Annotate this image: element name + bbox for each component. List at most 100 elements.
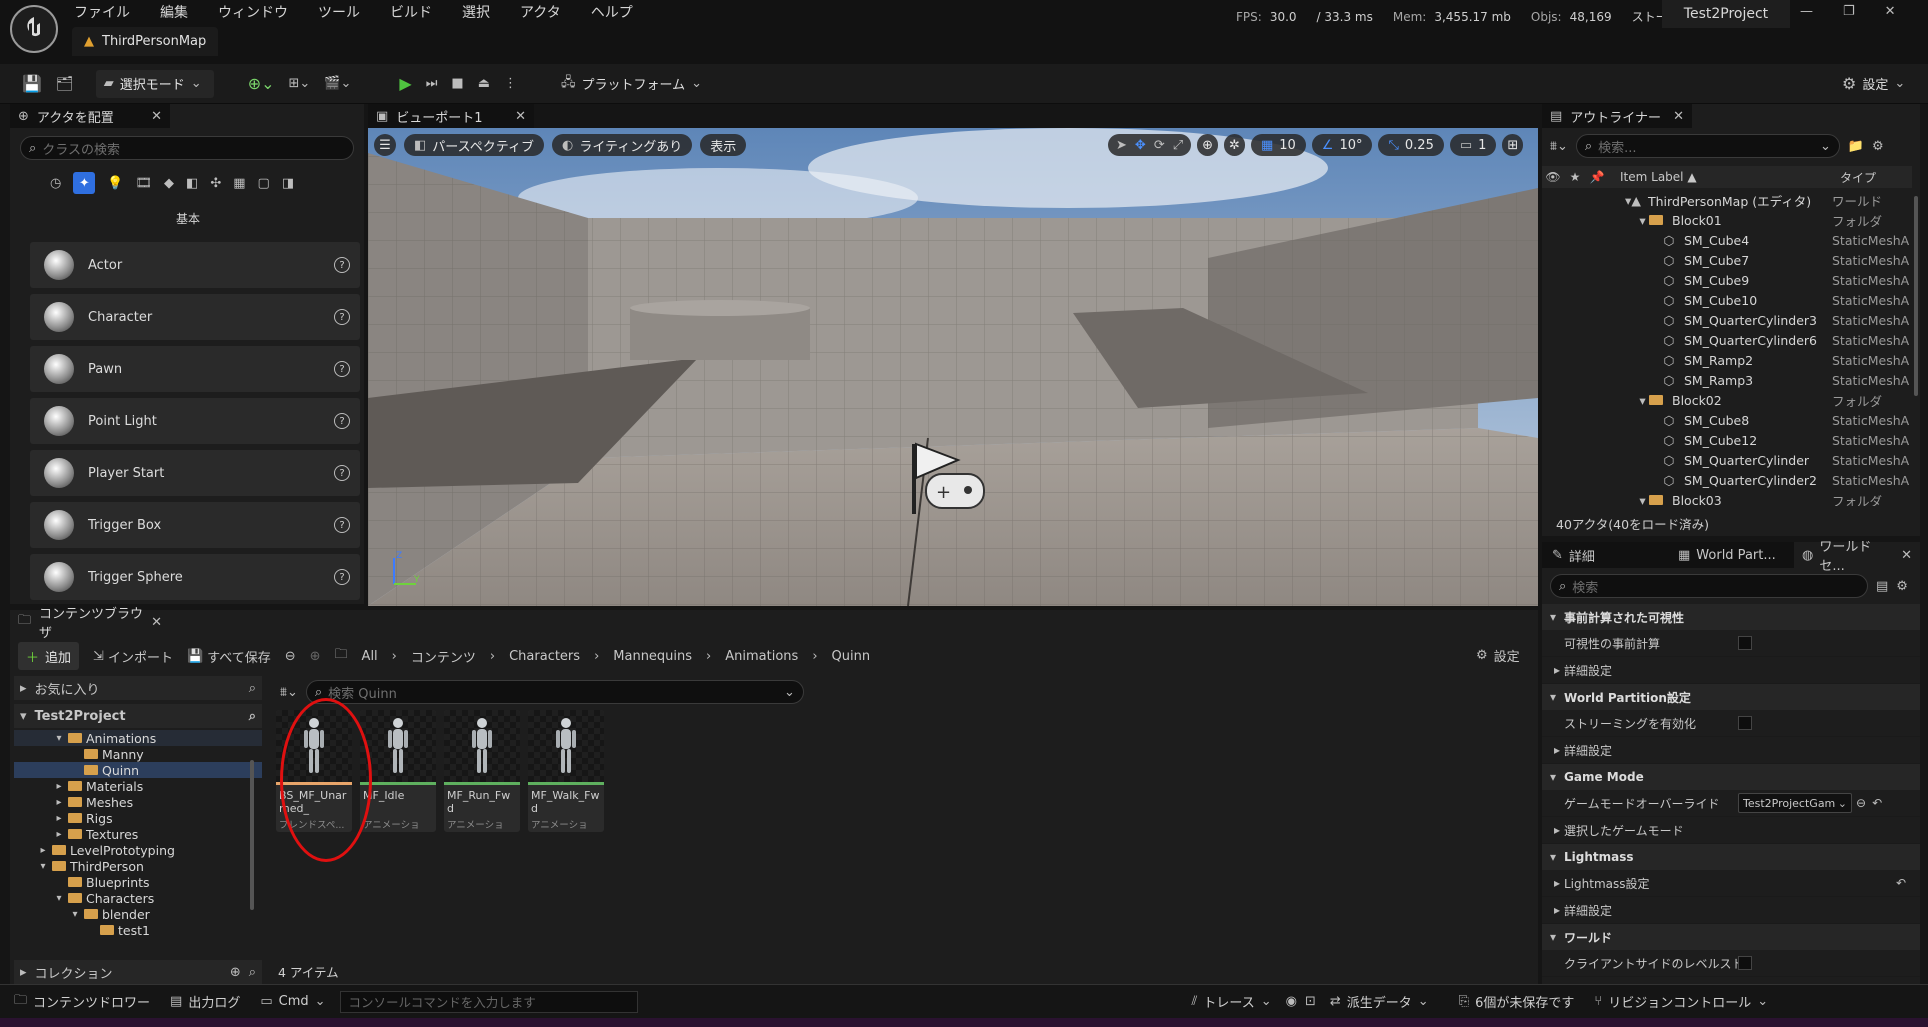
folder-tree-item[interactable]: ▾ Animations: [14, 730, 262, 746]
move-tool-icon[interactable]: ✥: [1135, 138, 1146, 153]
chevron-right-icon[interactable]: ▸: [54, 829, 64, 840]
viewport-tab[interactable]: ▣ ビューポート1 ✕: [368, 104, 534, 128]
output-log-button[interactable]: ▤ 出力ログ: [164, 990, 246, 1014]
cmd-dropdown[interactable]: ▭ Cmd ⌄: [254, 990, 331, 1014]
details-search-input[interactable]: ⌕ 検索: [1550, 574, 1868, 598]
close-tab-icon[interactable]: ✕: [515, 109, 526, 124]
section-lightmass[interactable]: ▾ Lightmass: [1542, 844, 1920, 870]
place-item-trigger-box[interactable]: Trigger Box?: [30, 502, 360, 548]
game-mode-dropdown[interactable]: Test2ProjectGam ⌄: [1738, 793, 1852, 813]
close-tab-icon[interactable]: ✕: [1673, 109, 1684, 124]
add-actor-icon[interactable]: ⊕⌄: [248, 74, 275, 93]
save-icon[interactable]: 💾: [22, 74, 42, 93]
chevron-right-icon[interactable]: ▸: [54, 781, 64, 792]
section-precomputed-visibility[interactable]: ▾ 事前計算された可視性: [1542, 604, 1920, 630]
outliner-row[interactable]: ⬡ SM_QuarterCylinder2 StaticMeshA: [1542, 470, 1912, 490]
browse-icon[interactable]: 🗂: [56, 76, 74, 92]
chevron-down-icon[interactable]: ▾: [70, 909, 80, 920]
client-streaming-checkbox[interactable]: [1738, 956, 1752, 970]
lighting-button[interactable]: ◐ ライティングあり: [551, 134, 693, 156]
collections-header[interactable]: ▸ コレクション ⊕ ⌕: [14, 960, 262, 984]
scale-snap-button[interactable]: ⤡ 0.25: [1378, 134, 1444, 156]
menu-tools[interactable]: ツール: [318, 2, 360, 22]
add-button[interactable]: ＋追加: [18, 642, 80, 670]
derived-data-dropdown[interactable]: ⇄ 派生データ ⌄: [1324, 990, 1435, 1014]
add-collection-icon[interactable]: ⊕: [230, 965, 241, 980]
browse-asset-icon[interactable]: ⊖: [1856, 796, 1866, 810]
path-characters[interactable]: Characters: [509, 649, 580, 664]
menu-actor[interactable]: アクタ: [520, 2, 561, 22]
chevron-right-icon[interactable]: ▸: [38, 845, 48, 856]
row-advanced-1[interactable]: ▸ 詳細設定: [1542, 657, 1920, 684]
help-icon[interactable]: ?: [334, 465, 350, 481]
forward-icon[interactable]: ⊕: [310, 649, 321, 664]
outliner-row[interactable]: ▾ Block03 フォルダ: [1542, 490, 1912, 507]
show-button[interactable]: 表示: [700, 134, 747, 156]
place-item-point-light[interactable]: Point Light?: [30, 398, 360, 444]
help-icon[interactable]: ?: [334, 361, 350, 377]
player-start-gizmo[interactable]: +: [908, 438, 998, 518]
place-item-character[interactable]: Character?: [30, 294, 360, 340]
outliner-row[interactable]: ⬡ SM_Cube10 StaticMeshA: [1542, 290, 1912, 310]
search-icon[interactable]: ⌕: [249, 681, 256, 696]
angle-snap-button[interactable]: ∠ 10°: [1311, 134, 1373, 156]
scale-tool-icon[interactable]: ⤢: [1173, 138, 1183, 153]
outliner-row[interactable]: ⬡ SM_Cube7 StaticMeshA: [1542, 250, 1912, 270]
gear-icon[interactable]: ⚙: [1872, 139, 1884, 154]
tab-world-partition[interactable]: ▦ World Part...: [1668, 542, 1794, 568]
outliner-search-input[interactable]: ⌕ 検索... ⌄: [1575, 134, 1840, 158]
chevron-down-icon[interactable]: ▾: [54, 893, 64, 904]
folder-tree-item[interactable]: ▾ Characters: [14, 890, 262, 906]
viewport-menu-icon[interactable]: ☰: [374, 134, 396, 156]
back-icon[interactable]: ⊖: [285, 649, 296, 664]
eject-icon[interactable]: ⏏: [478, 76, 490, 91]
path-mannequins[interactable]: Mannequins: [613, 649, 692, 664]
volumes-icon[interactable]: ✣: [210, 176, 221, 191]
folder-tree-item[interactable]: ▸ Meshes: [14, 794, 262, 810]
trace-dropdown[interactable]: ⫽ トレース ⌄: [1186, 990, 1278, 1014]
geometry-icon[interactable]: ◧: [186, 176, 198, 191]
outliner-tab[interactable]: ▤ アウトライナー ✕: [1542, 104, 1692, 128]
all-classes-icon[interactable]: ▦: [233, 176, 245, 191]
minimize-icon[interactable]: —: [1800, 4, 1813, 19]
revision-control-dropdown[interactable]: ⑂ リビジョンコントロール ⌄: [1588, 990, 1774, 1014]
select-mode-dropdown[interactable]: ▰ 選択モード ⌄: [95, 69, 214, 98]
folder-tree-item[interactable]: ▸ Rigs: [14, 810, 262, 826]
tab-details[interactable]: ✎ 詳細: [1542, 542, 1668, 568]
help-icon[interactable]: ?: [334, 569, 350, 585]
place-item-player-start[interactable]: Player Start?: [30, 450, 360, 496]
more-category-icon[interactable]: ◨: [282, 176, 294, 191]
maximize-icon[interactable]: ❐: [1843, 4, 1855, 19]
rotate-tool-icon[interactable]: ⟳: [1154, 138, 1165, 153]
outliner-row[interactable]: ⬡ SM_QuarterCylinder StaticMeshA: [1542, 450, 1912, 470]
section-world[interactable]: ▾ ワールド: [1542, 924, 1920, 950]
content-settings-button[interactable]: ⚙ 設定: [1476, 646, 1520, 665]
folder-tree-item[interactable]: ▾ ThirdPerson: [14, 858, 262, 874]
close-tab-icon[interactable]: ✕: [151, 615, 162, 630]
place-item-pawn[interactable]: Pawn?: [30, 346, 360, 392]
record-icon[interactable]: ◉: [1286, 994, 1297, 1009]
recent-icon[interactable]: ◷: [50, 176, 61, 191]
settings-dropdown[interactable]: ⚙ 設定 ⌄: [1842, 74, 1905, 93]
favorite-icon[interactable]: ★: [1564, 170, 1586, 184]
outliner-row[interactable]: ▾▲ ThirdPersonMap (エディタ) ワールド: [1542, 190, 1912, 210]
cinematic-icon[interactable]: 🎞: [136, 176, 153, 191]
chevron-right-icon[interactable]: ▸: [54, 813, 64, 824]
help-icon[interactable]: ?: [334, 257, 350, 273]
gear-icon[interactable]: ⚙: [1896, 579, 1908, 594]
menu-edit[interactable]: 編集: [160, 2, 188, 22]
content-browser-tab[interactable]: 🗀 コンテンツブラウザ ✕: [10, 607, 170, 641]
import-button[interactable]: ⇲ インポート: [93, 647, 173, 666]
project-header[interactable]: ▾ Test2Project ⌕: [14, 704, 262, 728]
section-world-partition[interactable]: ▾ World Partition設定: [1542, 684, 1920, 710]
outliner-row[interactable]: ▾ Block01 フォルダ: [1542, 210, 1912, 230]
folder-tree-item[interactable]: Quinn: [14, 762, 262, 778]
row-advanced-4[interactable]: ▸ 詳細設定: [1542, 897, 1920, 924]
outliner-row[interactable]: ⬡ SM_Cube4 StaticMeshA: [1542, 230, 1912, 250]
row-selected-game-mode[interactable]: ▸ 選択したゲームモード: [1542, 817, 1920, 844]
visibility-icon[interactable]: 👁: [1542, 170, 1564, 184]
path-all[interactable]: All: [362, 649, 378, 664]
camera-speed-button[interactable]: ▭ 1: [1449, 134, 1497, 156]
layout-icon[interactable]: ⊞: [1502, 134, 1524, 156]
outliner-scrollbar[interactable]: [1914, 196, 1918, 396]
